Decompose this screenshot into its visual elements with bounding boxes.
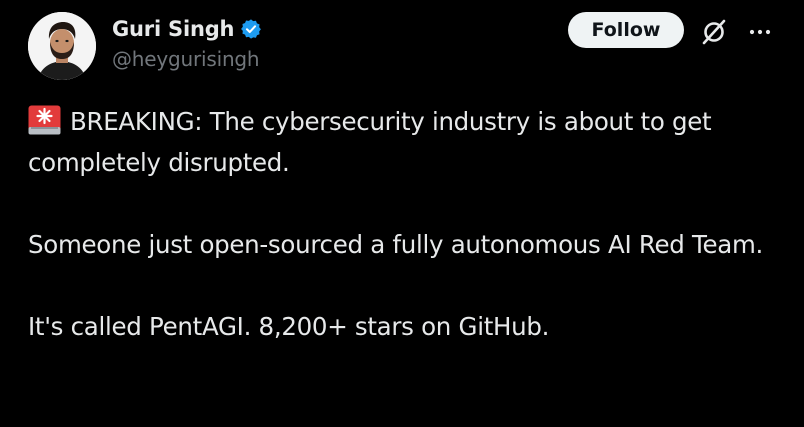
tweet-text: BREAKING: The cybersecurity industry is … — [28, 101, 788, 347]
follow-button[interactable]: Follow — [568, 12, 684, 48]
tweet-header: Guri Singh @heygurisingh Follow — [28, 12, 788, 80]
tweet-paragraph-2: Someone just open-sourced a fully autono… — [28, 230, 764, 259]
tweet-text-line1: BREAKING: The cybersecurity industry is … — [28, 107, 712, 177]
grok-icon[interactable] — [700, 18, 728, 46]
display-name[interactable]: Guri Singh — [112, 17, 235, 41]
verified-badge-icon — [240, 18, 262, 40]
police-siren-icon — [28, 105, 61, 135]
author-identity[interactable]: Guri Singh @heygurisingh — [112, 14, 262, 71]
user-handle[interactable]: @heygurisingh — [112, 47, 262, 71]
avatar[interactable] — [28, 12, 96, 80]
avatar-image — [28, 12, 96, 80]
tweet-paragraph-3: It's called PentAGI. 8,200+ stars on Git… — [28, 312, 550, 341]
name-row: Guri Singh — [112, 14, 262, 44]
tweet-paragraph-1: BREAKING: The cybersecurity industry is … — [28, 101, 788, 183]
more-options-icon[interactable] — [746, 20, 774, 44]
